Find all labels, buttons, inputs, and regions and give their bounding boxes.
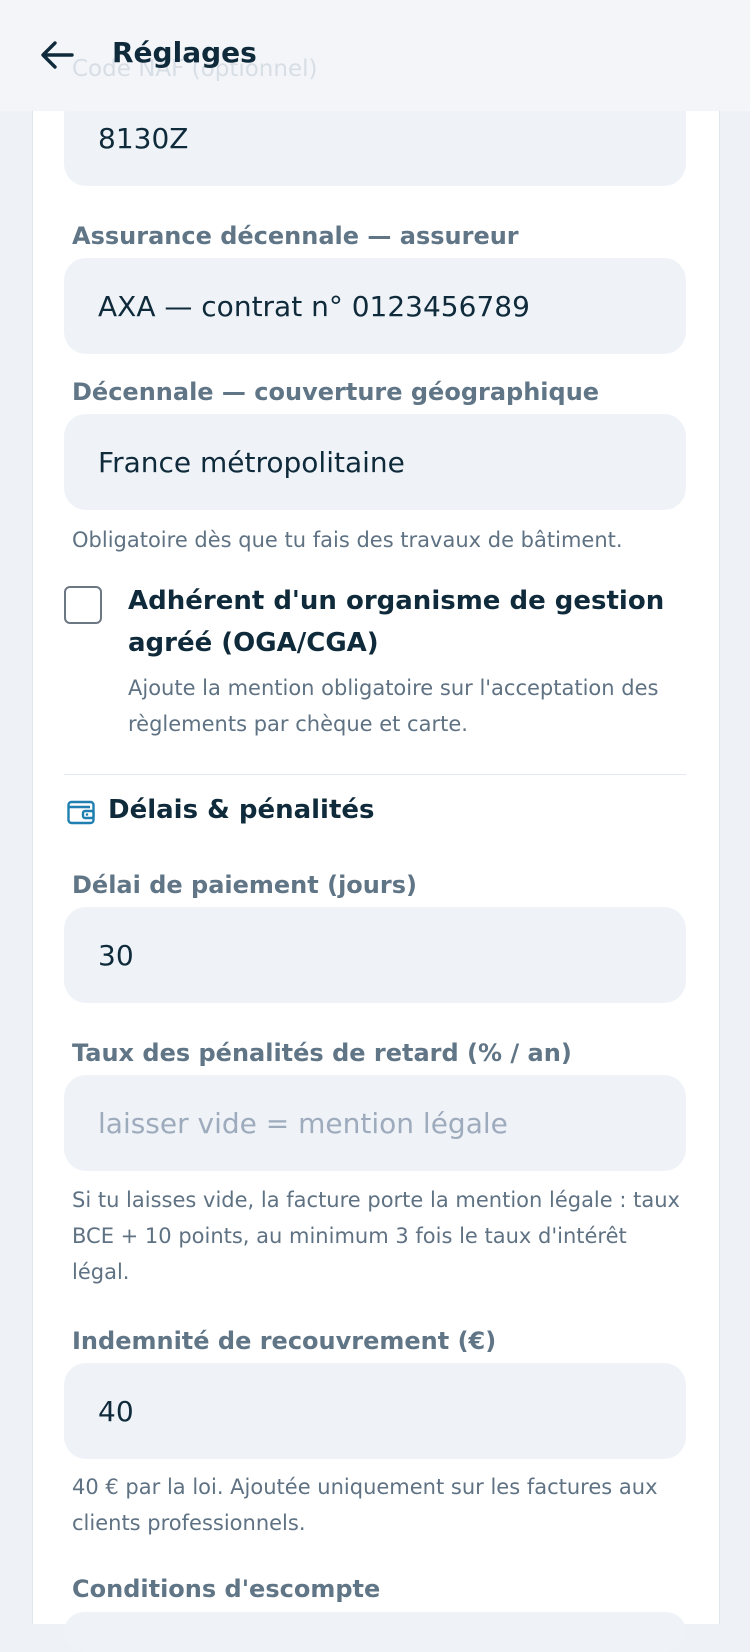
- late-penalty-field[interactable]: laisser vide = mention légale: [64, 1075, 686, 1171]
- oga-checkbox[interactable]: [64, 586, 102, 624]
- recovery-fee-value: 40: [98, 1394, 134, 1428]
- wallet-icon: [67, 800, 95, 825]
- top-bar: Code NAF (optionnel) Réglages: [0, 0, 750, 111]
- oga-help: Ajoute la mention obligatoire sur l'acce…: [128, 676, 659, 736]
- naf-code-value: 8130Z: [98, 121, 189, 155]
- recovery-fee-label: Indemnité de recouvrement (€): [72, 1327, 497, 1355]
- late-penalty-label: Taux des pénalités de retard (% / an): [72, 1039, 572, 1067]
- payment-delay-value: 30: [98, 938, 134, 972]
- late-penalty-help: Si tu laisses vide, la facture porte la …: [72, 1188, 680, 1284]
- page-title: Réglages: [112, 36, 257, 69]
- insurance-field[interactable]: AXA — contrat n° 0123456789: [64, 258, 686, 354]
- recovery-fee-help: 40 € par la loi. Ajoutée uniquement sur …: [72, 1475, 658, 1535]
- payment-delay-field[interactable]: 30: [64, 907, 686, 1003]
- oga-checkbox-label[interactable]: Adhérent d'un organisme de gestion agréé…: [128, 580, 688, 664]
- discount-conditions-label: Conditions d'escompte: [72, 1575, 381, 1603]
- coverage-help: Obligatoire dès que tu fais des travaux …: [72, 528, 623, 552]
- coverage-value: France métropolitaine: [98, 445, 405, 479]
- section-divider: [64, 774, 686, 775]
- back-arrow-icon[interactable]: [38, 36, 76, 74]
- late-penalty-placeholder: laisser vide = mention légale: [98, 1106, 508, 1140]
- payment-delay-label: Délai de paiement (jours): [72, 871, 417, 899]
- insurance-label: Assurance décennale — assureur: [72, 222, 519, 250]
- coverage-label: Décennale — couverture géographique: [72, 378, 600, 406]
- discount-conditions-field[interactable]: [64, 1612, 686, 1652]
- coverage-field[interactable]: France métropolitaine: [64, 414, 686, 510]
- insurance-value: AXA — contrat n° 0123456789: [98, 289, 530, 323]
- recovery-fee-field[interactable]: 40: [64, 1363, 686, 1459]
- section-title: Délais & pénalités: [108, 795, 375, 825]
